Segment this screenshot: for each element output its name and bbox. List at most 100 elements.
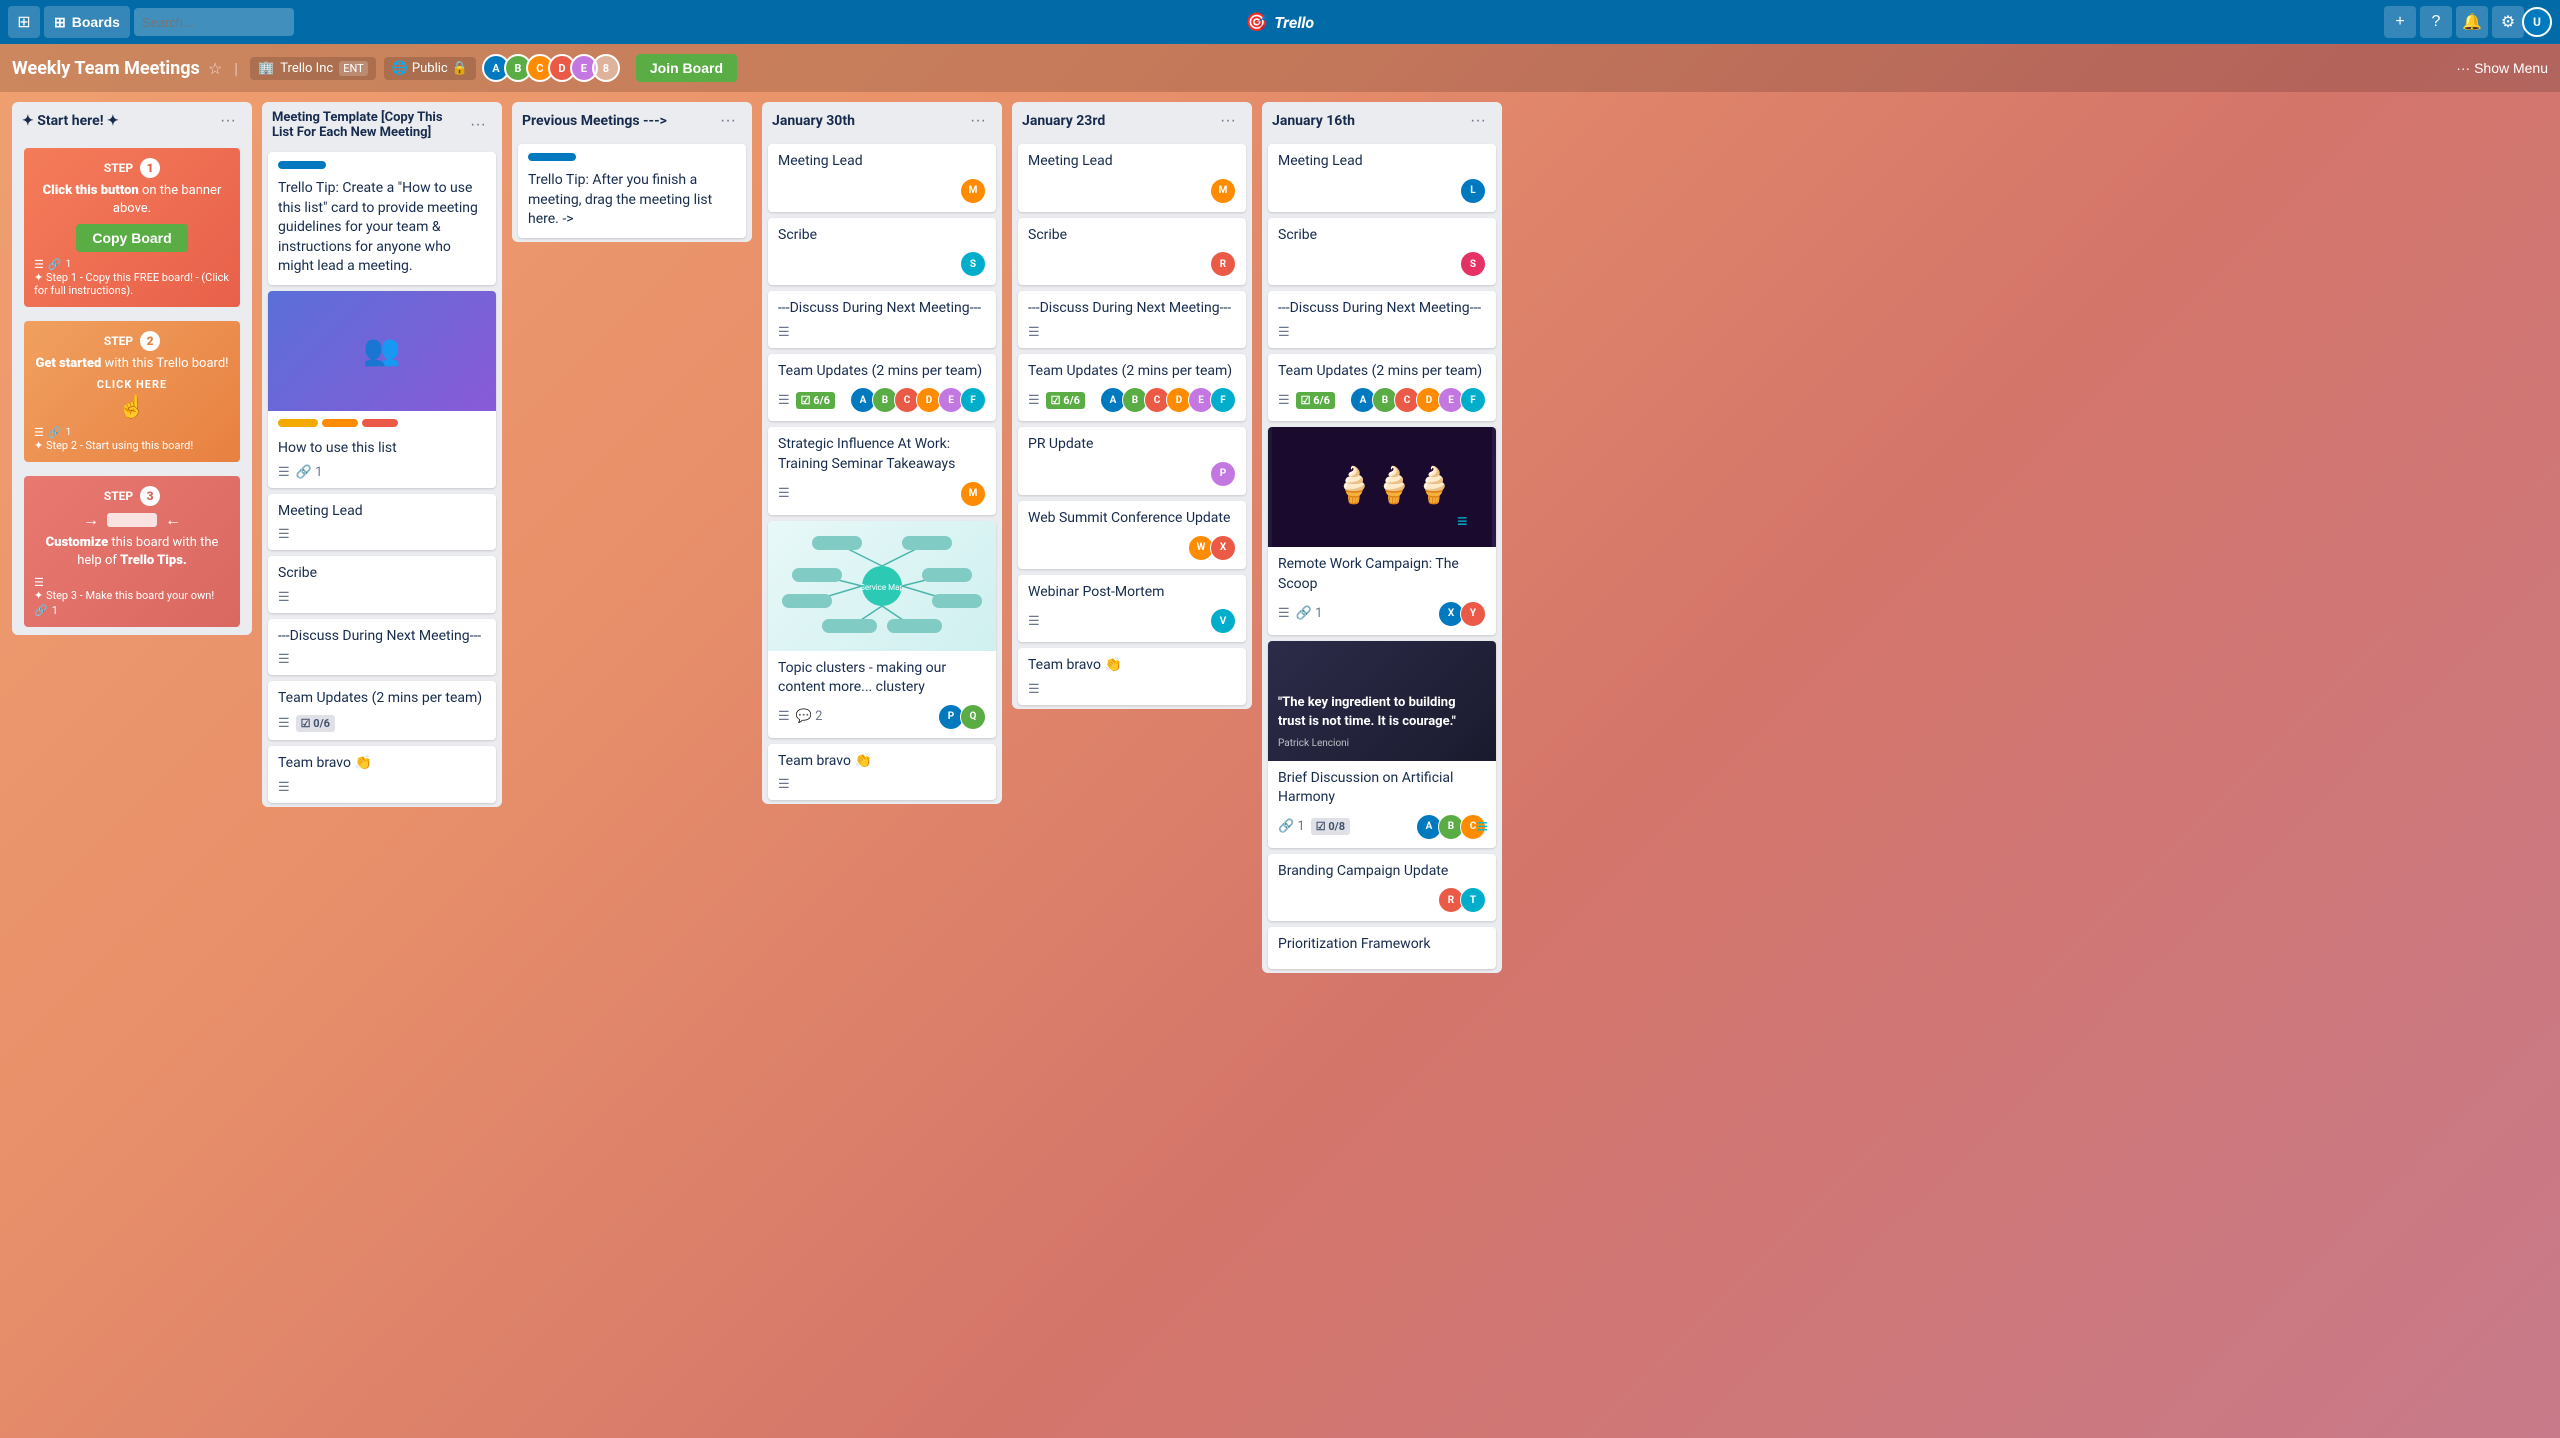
- list-jan16: January 16th ··· Meeting Lead L Scribe S: [1262, 102, 1502, 973]
- card-jan23-webinar[interactable]: Webinar Post-Mortem ☰ V: [1018, 575, 1246, 643]
- card-meta-meeting-lead-template: ☰: [278, 527, 486, 542]
- add-button[interactable]: +: [2384, 6, 2416, 38]
- card-jan30-bravo[interactable]: Team bravo 👏 ☰: [768, 744, 996, 801]
- card-jan23-websummit[interactable]: Web Summit Conference Update W X: [1018, 501, 1246, 569]
- info-button[interactable]: ?: [2420, 6, 2452, 38]
- card-jan23-bravo[interactable]: Team bravo 👏 ☰: [1018, 648, 1246, 705]
- boards-button[interactable]: ⊞ Boards: [44, 6, 130, 38]
- list-menu-meeting-template[interactable]: ···: [464, 114, 492, 136]
- desc-icon-bravo: ☰: [278, 780, 290, 795]
- card-avatars-jan16-updates: A B C D E F: [1354, 387, 1486, 413]
- step-1-card[interactable]: STEP 1 Click this button on the banner a…: [24, 148, 240, 307]
- card-icons-jan16-icecream: ☰ 🔗 1: [1278, 606, 1322, 621]
- copy-board-button[interactable]: Copy Board: [76, 224, 187, 252]
- card-jan30-topic[interactable]: Service Map: [768, 521, 996, 738]
- step-3-card[interactable]: STEP 3 → ← Customize this board with the…: [24, 476, 240, 627]
- card-prev-tip[interactable]: Trello Tip: After you finish a meeting, …: [518, 144, 746, 238]
- list-body-start-here: STEP 1 Click this button on the banner a…: [12, 140, 252, 635]
- card-jan16-updates[interactable]: Team Updates (2 mins per team) ☰ ☑ 6/6 A…: [1268, 354, 1496, 422]
- desc-icon-jan23-webinar: ☰: [1028, 614, 1040, 629]
- card-team-bravo-template[interactable]: Team bravo 👏 ☰: [268, 746, 496, 803]
- card-title-jan23-websummit: Web Summit Conference Update: [1028, 509, 1236, 529]
- desc-icon-lead: ☰: [278, 527, 290, 542]
- card-labels-row: [278, 419, 486, 433]
- card-jan30-scribe[interactable]: Scribe S: [768, 218, 996, 286]
- card-jan23-discuss[interactable]: ---Discuss During Next Meeting--- ☰: [1018, 291, 1246, 348]
- desc-icon-jan16-discuss: ☰: [1278, 325, 1290, 340]
- desc-icon-jan23-discuss: ☰: [1028, 325, 1040, 340]
- card-jan16-icecream[interactable]: 🍦 🍦 🍦 ≡ Remote Work Campaign: The Scoop …: [1268, 427, 1496, 634]
- card-jan30-lead[interactable]: Meeting Lead M: [768, 144, 996, 212]
- av-jan23-lead-1: M: [1210, 178, 1236, 204]
- card-meeting-lead-template[interactable]: Meeting Lead ☰: [268, 494, 496, 551]
- checklist-badge-jan16-trust: ☑ 0/8: [1311, 818, 1350, 835]
- card-jan30-strategic[interactable]: Strategic Influence At Work: Training Se…: [768, 427, 996, 514]
- workspace-icon: 🏢: [258, 61, 274, 76]
- card-image-trust: "The key ingredient to building trust is…: [1268, 641, 1496, 761]
- workspace-tag: ENT: [339, 61, 368, 76]
- card-meta-team-updates-template: ☰ ☑ 0/6: [278, 715, 486, 732]
- card-jan16-lead[interactable]: Meeting Lead L: [1268, 144, 1496, 212]
- step-2-card[interactable]: STEP 2 Get started with this Trello boar…: [24, 321, 240, 461]
- card-how-to-use[interactable]: 👥 How to use this list ☰ 🔗 1: [268, 291, 496, 488]
- icecream-svg: 🍦 🍦 🍦 ≡: [1272, 427, 1492, 547]
- av-jan30-6: F: [960, 387, 986, 413]
- card-jan23-lead[interactable]: Meeting Lead M: [1018, 144, 1246, 212]
- card-jan23-pr[interactable]: PR Update P: [1018, 427, 1246, 495]
- card-title-prev-tip: Trello Tip: After you finish a meeting, …: [528, 171, 736, 230]
- card-scribe-template[interactable]: Scribe ☰: [268, 556, 496, 613]
- card-jan16-discuss[interactable]: ---Discuss During Next Meeting--- ☰: [1268, 291, 1496, 348]
- settings-button[interactable]: ⚙: [2492, 6, 2524, 38]
- card-jan23-updates[interactable]: Team Updates (2 mins per team) ☰ ☑ 6/6 A…: [1018, 354, 1246, 422]
- list-menu-previous-meetings[interactable]: ···: [714, 110, 742, 132]
- member-count[interactable]: 8: [592, 54, 620, 82]
- star-icon[interactable]: ☆: [208, 59, 222, 78]
- card-jan23-scribe[interactable]: Scribe R: [1018, 218, 1246, 286]
- card-meta-jan23-lead: M: [1028, 178, 1236, 204]
- grid-icon: ⊞: [54, 14, 66, 31]
- card-jan16-branding[interactable]: Branding Campaign Update R T: [1268, 854, 1496, 922]
- join-board-button[interactable]: Join Board: [636, 54, 737, 82]
- card-meta-jan30-scribe: S: [778, 251, 986, 277]
- card-title-jan23-updates: Team Updates (2 mins per team): [1028, 362, 1236, 382]
- list-menu-jan23[interactable]: ···: [1214, 110, 1242, 132]
- card-title-jan30-strategic: Strategic Influence At Work: Training Se…: [778, 435, 986, 474]
- card-trello-tip[interactable]: Trello Tip: Create a "How to use this li…: [268, 152, 496, 285]
- step-1-badge: STEP 1: [34, 158, 230, 178]
- card-jan30-discuss[interactable]: ---Discuss During Next Meeting--- ☰: [768, 291, 996, 348]
- av-jan16-6: F: [1460, 387, 1486, 413]
- list-menu-jan16[interactable]: ···: [1464, 110, 1492, 132]
- card-team-updates-template[interactable]: Team Updates (2 mins per team) ☰ ☑ 0/6: [268, 681, 496, 740]
- card-image-meeting: 👥: [268, 291, 496, 411]
- show-menu-button[interactable]: ··· Show Menu: [2456, 60, 2548, 76]
- home-button[interactable]: ⊞: [8, 6, 40, 38]
- card-jan16-scribe[interactable]: Scribe S: [1268, 218, 1496, 286]
- card-jan16-prioritization[interactable]: Prioritization Framework: [1268, 927, 1496, 969]
- list-title-meeting-template: Meeting Template [Copy This List For Eac…: [272, 110, 464, 140]
- workspace-meta[interactable]: 🏢 Trello Inc ENT: [250, 57, 376, 80]
- notification-button[interactable]: 🔔: [2456, 6, 2488, 38]
- search-input[interactable]: [134, 8, 294, 36]
- avatar-jan30-scribe-1: S: [960, 251, 986, 277]
- list-menu-start-here[interactable]: ···: [214, 110, 242, 132]
- step-3-number: 3: [140, 486, 160, 506]
- label-yellow: [278, 419, 318, 427]
- card-title-team-bravo-template: Team bravo 👏: [278, 754, 486, 774]
- visibility-meta[interactable]: 🌐 Public 🔒: [384, 57, 476, 80]
- av-jan23-scribe-1: R: [1210, 251, 1236, 277]
- card-discuss-template[interactable]: ---Discuss During Next Meeting--- ☰: [268, 619, 496, 676]
- card-label-prev-tip: [528, 153, 576, 161]
- visibility-label: Public: [412, 61, 448, 76]
- desc-icon-jan30-discuss: ☰: [778, 325, 790, 340]
- card-avatars-jan30-scribe: S: [964, 251, 986, 277]
- desc-icon-jan16-icecream: ☰: [1278, 606, 1290, 621]
- card-jan16-trust[interactable]: "The key ingredient to building trust is…: [1268, 641, 1496, 848]
- list-menu-jan30[interactable]: ···: [964, 110, 992, 132]
- card-jan30-updates[interactable]: Team Updates (2 mins per team) ☰ ☑ 6/6 A…: [768, 354, 996, 422]
- header-left: ⊞ ⊞ Boards: [8, 6, 294, 38]
- card-title-jan23-discuss: ---Discuss During Next Meeting---: [1028, 299, 1236, 319]
- card-title-jan16-prioritization: Prioritization Framework: [1278, 935, 1486, 955]
- desc-icon-jan23-bravo: ☰: [1028, 682, 1040, 697]
- user-avatar[interactable]: U: [2522, 7, 2552, 37]
- desc-icon-updates: ☰: [278, 716, 290, 731]
